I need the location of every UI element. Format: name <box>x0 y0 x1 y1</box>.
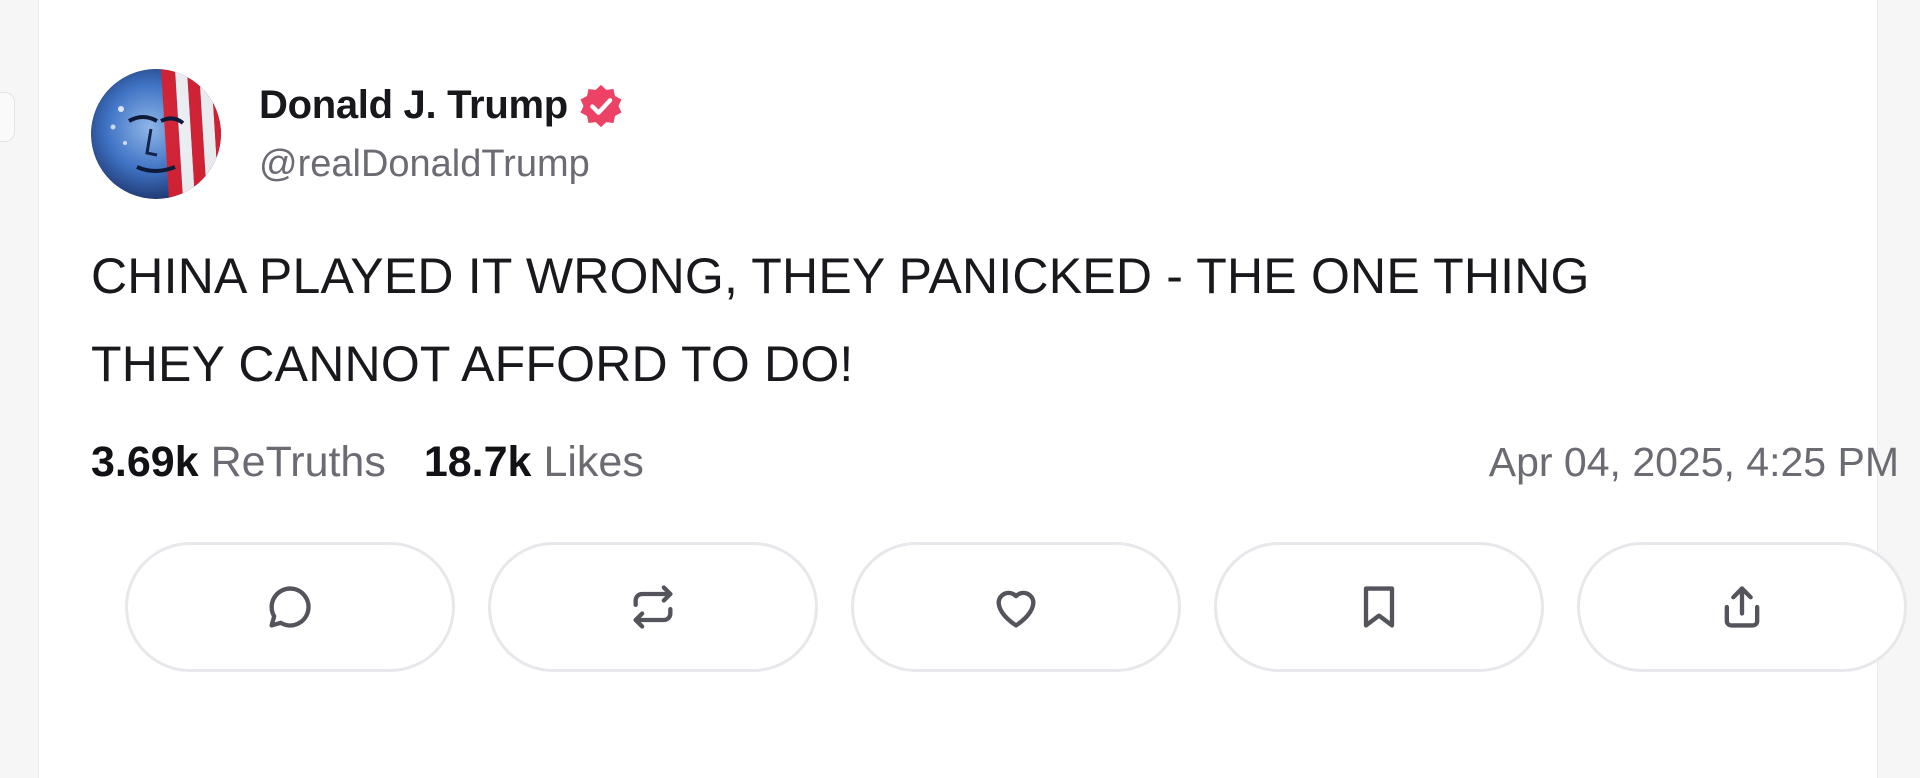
likes-stat[interactable]: 18.7k Likes <box>424 438 644 487</box>
bookmark-button[interactable] <box>1214 542 1544 672</box>
avatar[interactable] <box>91 69 221 199</box>
display-name[interactable]: Donald J. Trump <box>259 83 568 128</box>
post-actions <box>125 542 1907 672</box>
avatar-image <box>91 69 221 199</box>
post-text-line: CHINA PLAYED IT WRONG, THEY PANICKED - T… <box>91 248 1590 304</box>
display-name-row: Donald J. Trump <box>259 83 624 129</box>
author-handle[interactable]: @realDonaldTrump <box>259 143 624 186</box>
likes-label: Likes <box>543 437 644 486</box>
like-button[interactable] <box>851 542 1181 672</box>
retruth-button[interactable] <box>488 542 818 672</box>
reply-button[interactable] <box>125 542 455 672</box>
repost-icon <box>633 585 673 629</box>
retruths-stat[interactable]: 3.69k ReTruths <box>91 438 386 487</box>
retruths-label: ReTruths <box>210 437 386 486</box>
post-header: Donald J. Trump @realDonaldTrump <box>91 68 624 200</box>
post-text-line: THEY CANNOT AFFORD TO DO! <box>91 336 854 392</box>
author-names: Donald J. Trump @realDonaldTrump <box>259 83 624 186</box>
page-background: Donald J. Trump @realDonaldTrump CHINA P… <box>0 0 1920 778</box>
post-stats: 3.69k ReTruths 18.7k Likes Apr 04, 2025,… <box>91 432 1899 492</box>
comment-icon <box>269 586 311 628</box>
verified-badge-icon <box>580 84 622 127</box>
share-button[interactable] <box>1577 542 1907 672</box>
side-panel-edge[interactable] <box>0 92 15 142</box>
post-timestamp: Apr 04, 2025, 4:25 PM <box>1488 438 1899 485</box>
bookmark-icon <box>1363 586 1395 628</box>
retruths-count: 3.69k <box>91 437 199 486</box>
post-card: Donald J. Trump @realDonaldTrump CHINA P… <box>38 0 1907 778</box>
heart-icon <box>996 590 1036 628</box>
share-icon <box>1724 586 1760 628</box>
likes-count: 18.7k <box>423 437 532 486</box>
post-body: CHINA PLAYED IT WRONG, THEY PANICKED - T… <box>91 232 1851 408</box>
